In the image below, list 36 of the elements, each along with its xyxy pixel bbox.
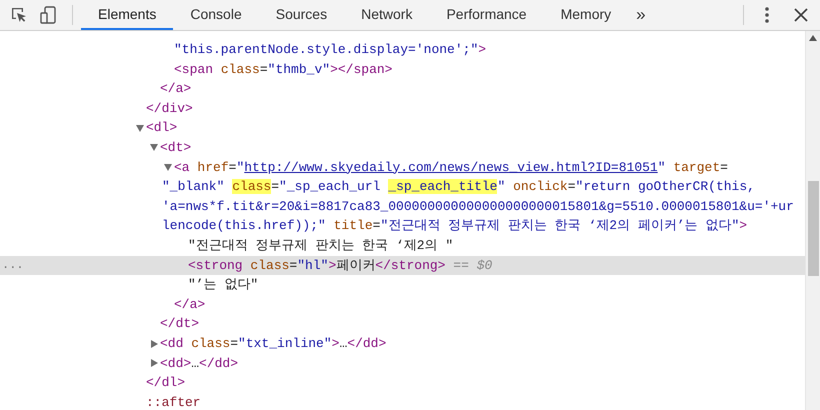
code-line[interactable]: <dd>…</dd> (160, 354, 238, 374)
panel-tab[interactable]: Elements (81, 0, 174, 30)
panel-tab[interactable]: Performance (429, 0, 544, 30)
code-line[interactable]: </a> (160, 79, 192, 99)
code-line[interactable]: <dl> (146, 118, 178, 138)
code-line[interactable]: <dd class="txt_inline">…</dd> (160, 334, 386, 354)
code-line[interactable]: "전근대적 정부규제 판치는 한국 ‘제2의 " (188, 236, 454, 256)
code-line[interactable]: </a> (174, 294, 206, 314)
node-reference: == $0 (452, 256, 492, 275)
collapse-triangle-icon[interactable] (164, 164, 172, 171)
code-line[interactable]: ::after (146, 392, 201, 410)
code-line[interactable]: "this.parentNode.style.display='none';"> (174, 40, 486, 60)
scrollbar-thumb[interactable] (808, 181, 819, 276)
code-line[interactable]: "_blank" class="_sp_each_url _sp_each_title" onclick="return goOtherCR(this, (162, 177, 755, 197)
panel-tab[interactable]: Network (344, 0, 430, 30)
code-line[interactable]: </div> (146, 98, 193, 118)
code-line[interactable]: "’는 없다" (188, 275, 258, 295)
panel-tab[interactable]: Sources (258, 0, 344, 30)
code-line[interactable]: <span class="thmb_v"></span> (174, 60, 392, 80)
collapse-triangle-icon[interactable] (136, 124, 144, 132)
code-line[interactable]: <strong class="hl">페이커</strong> (188, 256, 446, 276)
code-line[interactable]: </dl> (146, 373, 186, 393)
code-line[interactable]: <a href="http://www.skyedaily.com/news/news_view.html?ID=81051" target= (174, 158, 728, 178)
panel-tab[interactable]: Memory (544, 0, 628, 30)
selected-row[interactable]: ... <strong class="hl">페이커</strong> == $0 (0, 256, 805, 276)
code-line[interactable]: lencode(this.href));" title="전근대적 정부규제 판치는 한국 ‘제2의 페이커’는 없다"> (162, 216, 748, 236)
scroll-up-icon[interactable] (809, 35, 817, 41)
code-line[interactable]: <dt> (160, 138, 192, 158)
panel-tab[interactable]: Console (173, 0, 259, 30)
code-line[interactable]: </dt> (160, 314, 200, 334)
collapse-triangle-icon[interactable] (150, 144, 158, 152)
code-line[interactable]: 'a=nws*f.tit&r=20&i=8817ca83_000000000000000000000015801&g=5510.0000015801&u='+ur (162, 196, 794, 216)
more-tabs-button[interactable]: » (628, 0, 654, 30)
expand-triangle-icon[interactable] (150, 359, 158, 368)
expand-triangle-icon[interactable] (150, 340, 158, 348)
scrollbar[interactable] (805, 31, 820, 410)
